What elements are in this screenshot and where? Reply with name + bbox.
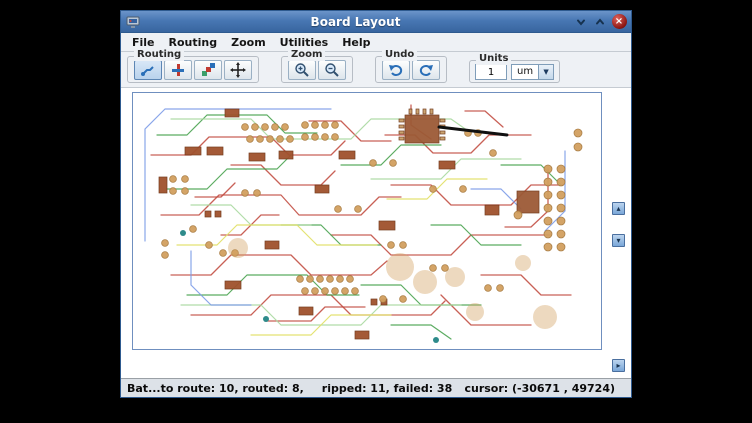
toolbar: Routing bbox=[121, 52, 631, 88]
pin-route-button[interactable] bbox=[164, 60, 192, 80]
menu-routing[interactable]: Routing bbox=[162, 34, 225, 51]
minimize-button[interactable] bbox=[573, 14, 589, 30]
undo-icon bbox=[388, 62, 404, 78]
zoom-out-icon bbox=[324, 62, 340, 78]
status-cursor-position: cursor: (-30671 , 49724) bbox=[464, 382, 615, 395]
undo-group: Undo bbox=[375, 56, 447, 83]
zoom-in-icon bbox=[294, 62, 310, 78]
units-value-input[interactable] bbox=[475, 64, 507, 80]
board-drawing-area bbox=[132, 92, 602, 350]
app-icon bbox=[125, 14, 141, 30]
units-group: Units um ▼ bbox=[469, 60, 560, 83]
undo-button[interactable] bbox=[382, 60, 410, 80]
layer-route-icon bbox=[200, 62, 216, 78]
zoom-in-button[interactable] bbox=[288, 60, 316, 80]
pin-route-icon bbox=[170, 62, 186, 78]
menu-zoom[interactable]: Zoom bbox=[224, 34, 273, 51]
redo-button[interactable] bbox=[412, 60, 440, 80]
scroll-up-button[interactable]: ▴ bbox=[612, 202, 625, 215]
menubar: File Routing Zoom Utilities Help bbox=[121, 33, 631, 52]
undo-group-label: Undo bbox=[382, 49, 417, 61]
board-layout-window: Board Layout × File Routing Zoom Utiliti… bbox=[120, 10, 632, 398]
zoom-group-label: Zoom bbox=[288, 49, 325, 61]
pcb-canvas[interactable] bbox=[133, 93, 601, 349]
units-selected-value: um bbox=[512, 65, 538, 79]
titlebar[interactable]: Board Layout × bbox=[121, 11, 631, 33]
window-title: Board Layout bbox=[141, 15, 570, 29]
zoom-group: Zoom bbox=[281, 56, 353, 83]
status-rip-counts: ripped: 11, failed: 38 bbox=[322, 382, 452, 395]
zoom-out-button[interactable] bbox=[318, 60, 346, 80]
move-button[interactable] bbox=[224, 60, 252, 80]
layer-route-button[interactable] bbox=[194, 60, 222, 80]
menu-help[interactable]: Help bbox=[335, 34, 377, 51]
scroll-right-button[interactable]: ▸ bbox=[612, 359, 625, 372]
close-button[interactable]: × bbox=[611, 14, 627, 30]
units-select[interactable]: um ▼ bbox=[511, 64, 554, 80]
status-route-counts: Bat...to route: 10, routed: 8, bbox=[127, 382, 304, 395]
menu-utilities[interactable]: Utilities bbox=[273, 34, 336, 51]
maximize-button[interactable] bbox=[592, 14, 608, 30]
menu-file[interactable]: File bbox=[125, 34, 162, 51]
chevron-down-icon: ▼ bbox=[538, 65, 553, 79]
canvas-panel: ▴ ▾ ▸ bbox=[121, 88, 631, 378]
move-icon bbox=[230, 62, 246, 78]
close-icon: × bbox=[612, 14, 627, 29]
route-button[interactable] bbox=[134, 60, 162, 80]
units-group-label: Units bbox=[476, 53, 511, 65]
redo-icon bbox=[418, 62, 434, 78]
routing-group-label: Routing bbox=[134, 49, 184, 61]
route-icon bbox=[140, 62, 156, 78]
statusbar: Bat...to route: 10, routed: 8, ripped: 1… bbox=[121, 378, 631, 397]
scroll-down-button[interactable]: ▾ bbox=[612, 234, 625, 247]
routing-group: Routing bbox=[127, 56, 259, 83]
